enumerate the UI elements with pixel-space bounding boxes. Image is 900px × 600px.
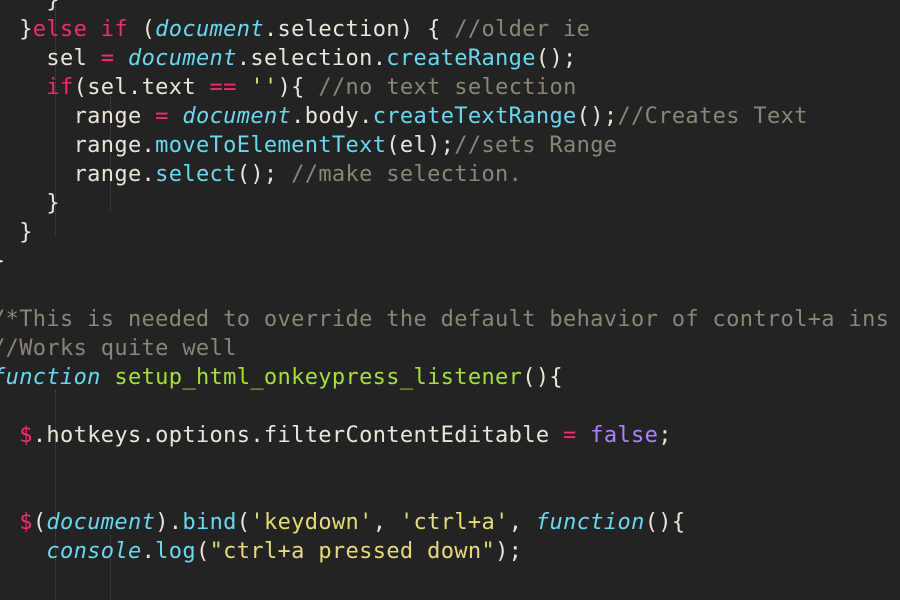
code-text: .	[141, 539, 156, 564]
function-name-token: setup_html_onkeypress_listener	[114, 365, 523, 390]
comment-token: //sets Range	[454, 133, 618, 158]
code-text: (sel.text	[73, 75, 210, 100]
string-token: 'ctrl+a'	[399, 510, 509, 535]
comment-token: //no text selection	[318, 75, 577, 100]
code-text: }	[46, 0, 60, 13]
object-token: function	[0, 365, 101, 390]
operator-token: =	[155, 104, 169, 129]
code-line[interactable]: //Works quite well	[0, 334, 237, 363]
code-text: (	[32, 510, 47, 535]
code-line[interactable]: range.select(); //make selection.	[0, 160, 522, 189]
keyword-token: $	[19, 423, 33, 448]
code-line[interactable]: }	[0, 0, 60, 15]
code-text: ();	[535, 46, 577, 71]
code-text: );	[495, 539, 523, 564]
object-token: document	[182, 104, 292, 129]
function-call-token: bind	[182, 510, 237, 535]
code-line[interactable]: }	[0, 218, 33, 247]
code-text: range	[0, 104, 156, 129]
keyword-token: $	[19, 510, 33, 535]
code-text: ();	[236, 162, 292, 187]
code-text: ,	[508, 510, 536, 535]
operator-token: =	[563, 423, 577, 448]
code-text: sel	[0, 46, 101, 71]
boolean-token: false	[590, 423, 659, 448]
code-text: .selection.	[236, 46, 387, 71]
code-text: }	[46, 191, 60, 216]
function-call-token: createTextRange	[372, 104, 577, 129]
code-line[interactable]: if(sel.text == ''){ //no text selection	[0, 73, 577, 102]
object-token: console	[46, 539, 142, 564]
comment-token: /*This is needed to override the default…	[0, 307, 890, 332]
code-text: range.	[0, 162, 156, 187]
code-text: (){	[644, 510, 686, 535]
code-line[interactable]: range = document.body.createTextRange();…	[0, 102, 808, 131]
code-text: .hotkeys.options.filterContentEditable	[32, 423, 564, 448]
code-line[interactable]: function setup_html_onkeypress_listener(…	[0, 363, 563, 392]
keyword-token: else if	[32, 17, 128, 42]
code-text: ).	[155, 510, 183, 535]
code-text: (	[195, 539, 210, 564]
code-text: ;	[658, 423, 672, 448]
comment-token: //older ie	[454, 17, 591, 42]
code-text: ();	[576, 104, 618, 129]
code-text: }	[19, 220, 33, 245]
code-text: ){	[277, 75, 319, 100]
keyword-token: if	[46, 75, 74, 100]
code-text: (	[236, 510, 251, 535]
comment-token: //Creates Text	[617, 104, 808, 129]
comment-token: //Works quite well	[0, 336, 237, 361]
code-line[interactable]: }	[0, 189, 60, 218]
code-text: .body.	[291, 104, 373, 129]
code-editor[interactable]: } }else if (document.selection) { //olde…	[0, 0, 900, 600]
operator-token: ==	[209, 75, 237, 100]
string-token: "ctrl+a pressed down"	[209, 539, 496, 564]
function-call-token: createRange	[386, 46, 536, 71]
function-call-token: select	[155, 162, 237, 187]
comment-token: //make selection.	[291, 162, 523, 187]
code-text: (){	[522, 365, 564, 390]
code-text: ,	[372, 510, 400, 535]
object-token: function	[535, 510, 645, 535]
code-text: .selection) {	[263, 17, 455, 42]
code-line[interactable]: }else if (document.selection) { //older …	[0, 15, 590, 44]
code-line[interactable]: sel = document.selection.createRange();	[0, 44, 577, 73]
code-text: (	[127, 17, 156, 42]
operator-token: =	[100, 46, 115, 71]
code-line[interactable]: range.moveToElementText(el);//sets Range	[0, 131, 618, 160]
code-text: range.	[0, 133, 156, 158]
code-line[interactable]: $(document).bind('keydown', 'ctrl+a', fu…	[0, 508, 685, 537]
code-text: (el);	[386, 133, 455, 158]
string-token: 'keydown'	[250, 510, 373, 535]
object-token: document	[155, 17, 264, 42]
code-line[interactable]: console.log("ctrl+a pressed down");	[0, 537, 522, 566]
string-token: ''	[250, 75, 278, 100]
code-line[interactable]: /*This is needed to override the default…	[0, 305, 889, 334]
object-token: document	[127, 46, 237, 71]
code-line[interactable]: }	[0, 247, 6, 276]
code-line[interactable]: $.hotkeys.options.filterContentEditable …	[0, 421, 672, 450]
code-text: }	[19, 17, 33, 42]
object-token: document	[46, 510, 156, 535]
code-text: }	[0, 249, 6, 274]
function-call-token: moveToElementText	[155, 133, 387, 158]
function-call-token: log	[155, 539, 196, 564]
